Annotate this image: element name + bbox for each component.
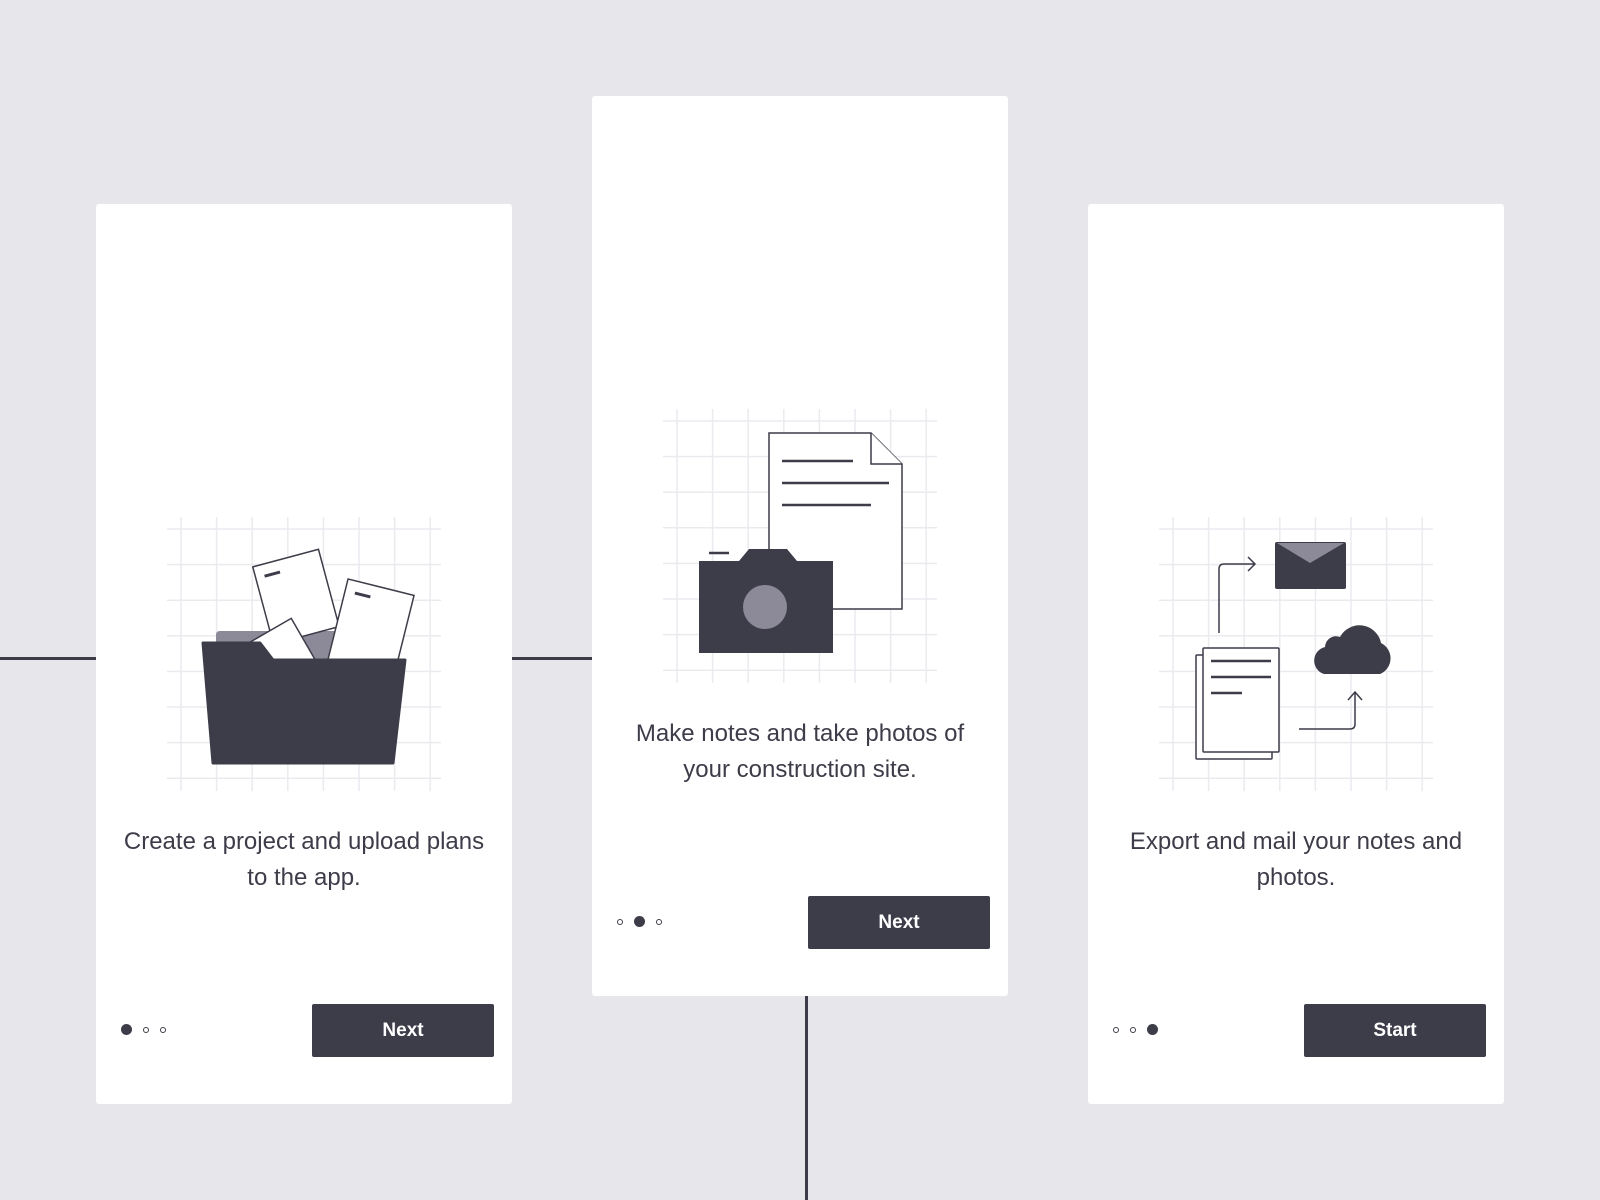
pagination-dots	[617, 916, 662, 927]
page-dot[interactable]	[1113, 1026, 1119, 1033]
page-dot[interactable]	[160, 1026, 166, 1033]
page-dot-active[interactable]	[1147, 1024, 1158, 1035]
page-dot[interactable]	[656, 918, 662, 925]
page-dot[interactable]	[143, 1026, 149, 1033]
pagination-dots	[1113, 1024, 1158, 1035]
connector-line	[0, 657, 96, 660]
pagination-dots	[121, 1024, 166, 1035]
next-button[interactable]: Next	[808, 896, 990, 949]
page-dot-active[interactable]	[634, 916, 645, 927]
onboarding-card-2: Make notes and take photos of your const…	[592, 96, 1008, 996]
onboarding-text: Create a project and upload plans to the…	[123, 828, 485, 891]
onboarding-text: Export and mail your notes and photos.	[1129, 828, 1463, 891]
onboarding-text: Make notes and take photos of your const…	[635, 720, 965, 783]
camera-and-document-icon	[663, 409, 937, 683]
folder-with-documents-icon	[167, 517, 441, 791]
next-button[interactable]: Next	[312, 1004, 494, 1057]
connector-line	[805, 996, 808, 1200]
connector-line	[512, 657, 592, 660]
onboarding-card-3: Export and mail your notes and photos. S…	[1088, 204, 1504, 1104]
onboarding-card-1: Create a project and upload plans to the…	[96, 204, 512, 1104]
page-dot[interactable]	[617, 918, 623, 925]
start-button[interactable]: Start	[1304, 1004, 1486, 1057]
page-dot[interactable]	[1130, 1026, 1136, 1033]
export-mail-cloud-icon	[1159, 517, 1433, 791]
page-dot-active[interactable]	[121, 1024, 132, 1035]
